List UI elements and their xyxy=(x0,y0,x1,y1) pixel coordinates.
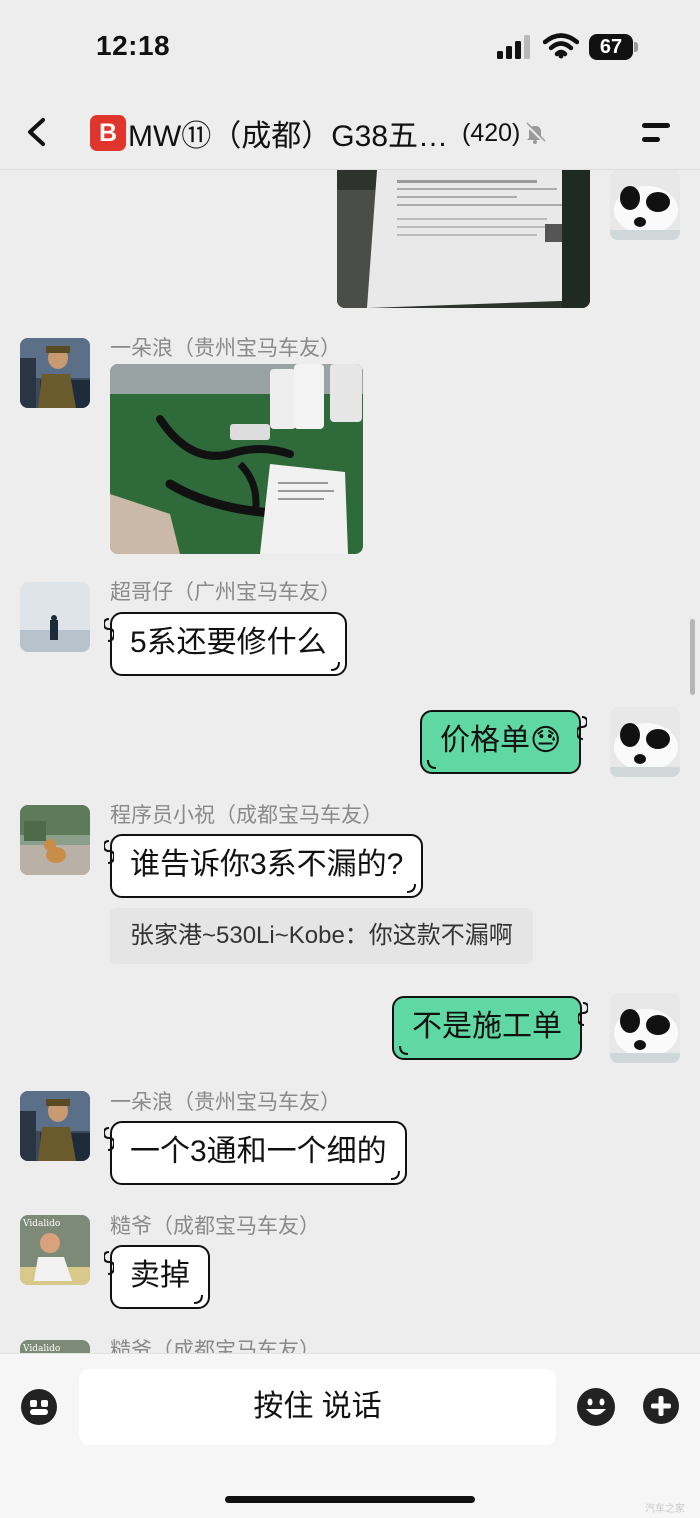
sender-name: 糙爷（成都宝马车友） xyxy=(110,1339,320,1353)
message-list[interactable]: 一朵浪（贵州宝马车友） 超哥仔（广州宝马车友） 5系还要修什么 价格单😓 程序员… xyxy=(0,170,700,1353)
scrollbar[interactable] xyxy=(690,619,695,695)
chat-title: MW⑪（成都）G38五… xyxy=(128,120,449,153)
bubble-clip-decoration xyxy=(104,618,114,642)
sender-name: 一朵浪（贵州宝马车友） xyxy=(110,337,341,360)
battery-tip xyxy=(634,42,638,52)
status-time: 12:18 xyxy=(96,30,171,61)
message-text: 5系还要修什么 xyxy=(130,626,327,659)
car-parts-photo xyxy=(110,364,363,554)
soldier-avatar-image xyxy=(20,338,90,408)
quoted-message[interactable]: 张家港~530Li~Kobe：你这款不漏啊 xyxy=(110,908,533,964)
child-avatar-image: Vidalido xyxy=(20,1340,90,1353)
message-text: 卖掉 xyxy=(130,1259,190,1292)
text-message[interactable]: 谁告诉你3系不漏的? xyxy=(104,834,424,898)
bubble-curl-decoration xyxy=(427,760,437,769)
text-message[interactable]: 5系还要修什么 xyxy=(104,612,347,676)
text-message[interactable]: 卖掉 xyxy=(104,1245,210,1309)
hold-to-talk-button[interactable]: 按住 说话 xyxy=(79,1369,556,1445)
soldier-avatar-image xyxy=(20,1091,90,1161)
receipt-photo xyxy=(337,170,590,308)
b-button-emoji: B xyxy=(90,115,126,151)
signal-icon xyxy=(497,35,530,59)
bubble-curl-decoration xyxy=(390,1171,400,1180)
member-count: (420) xyxy=(462,118,521,147)
bubble-clip-decoration xyxy=(577,716,588,740)
dog-avatar-image xyxy=(20,805,90,875)
bubble-clip-decoration xyxy=(104,840,114,864)
sender-avatar[interactable] xyxy=(20,805,90,875)
menu-icon[interactable] xyxy=(638,119,672,147)
my-text-message[interactable]: 价格单😓 xyxy=(420,710,588,774)
sender-avatar[interactable]: Vidalido xyxy=(20,1215,90,1285)
status-bar: 12:18 67 xyxy=(0,0,700,95)
bubble-clip-decoration xyxy=(104,1251,114,1275)
message-text: 不是施工单 xyxy=(412,1010,562,1043)
image-message[interactable] xyxy=(110,364,363,554)
my-text-message[interactable]: 不是施工单 xyxy=(392,996,588,1060)
sender-avatar[interactable] xyxy=(20,1091,90,1161)
home-indicator[interactable] xyxy=(225,1496,475,1503)
sender-avatar[interactable] xyxy=(20,582,90,652)
message-text: 谁告诉你3系不漏的? xyxy=(130,848,404,881)
sender-name: 糙爷（成都宝马车友） xyxy=(110,1215,320,1238)
mute-bell-icon xyxy=(525,122,546,144)
voice-icon[interactable] xyxy=(20,1388,58,1426)
my-image-message[interactable] xyxy=(337,170,590,308)
seaside-avatar-image xyxy=(20,582,90,652)
bubble-clip-decoration xyxy=(578,1002,588,1026)
bubble-curl-decoration xyxy=(193,1295,203,1304)
sender-name: 一朵浪（贵州宝马车友） xyxy=(110,1091,341,1114)
message-text: 价格单😓 xyxy=(440,724,562,757)
watermark: 汽车之家 xyxy=(645,1504,685,1515)
bubble-curl-decoration xyxy=(330,662,340,671)
my-avatar[interactable] xyxy=(610,170,680,240)
avatar-watermark: Vidalido xyxy=(22,1219,60,1229)
panda-avatar-image xyxy=(610,170,680,240)
sender-name: 程序员小祝（成都宝马车友） xyxy=(110,804,383,827)
child-avatar-image: Vidalido xyxy=(20,1215,90,1285)
panda-avatar-image xyxy=(610,993,680,1063)
chat-title-area[interactable]: B MW⑪（成都）G38五… (420) xyxy=(90,113,546,153)
sender-name: 超哥仔（广州宝马车友） xyxy=(110,581,341,604)
text-message[interactable]: 一个3通和一个细的 xyxy=(104,1121,407,1185)
plus-icon[interactable] xyxy=(642,1387,680,1425)
bubble-curl-decoration xyxy=(407,884,417,893)
bubble-curl-decoration xyxy=(399,1046,409,1055)
my-avatar[interactable] xyxy=(610,993,680,1063)
sender-avatar[interactable] xyxy=(20,338,90,408)
bubble-clip-decoration xyxy=(104,1127,114,1151)
emoji-icon[interactable] xyxy=(576,1387,616,1427)
message-text: 一个3通和一个细的 xyxy=(130,1135,387,1168)
battery-indicator: 67 xyxy=(589,34,633,60)
chat-header: B MW⑪（成都）G38五… (420) xyxy=(0,95,700,170)
wifi-icon xyxy=(543,33,579,59)
my-avatar[interactable] xyxy=(610,707,680,777)
sender-avatar[interactable]: Vidalido xyxy=(20,1340,90,1353)
back-arrow-icon[interactable] xyxy=(22,117,52,147)
panda-avatar-image xyxy=(610,707,680,777)
input-bar: 按住 说话 xyxy=(0,1353,700,1518)
avatar-watermark: Vidalido xyxy=(22,1344,60,1353)
